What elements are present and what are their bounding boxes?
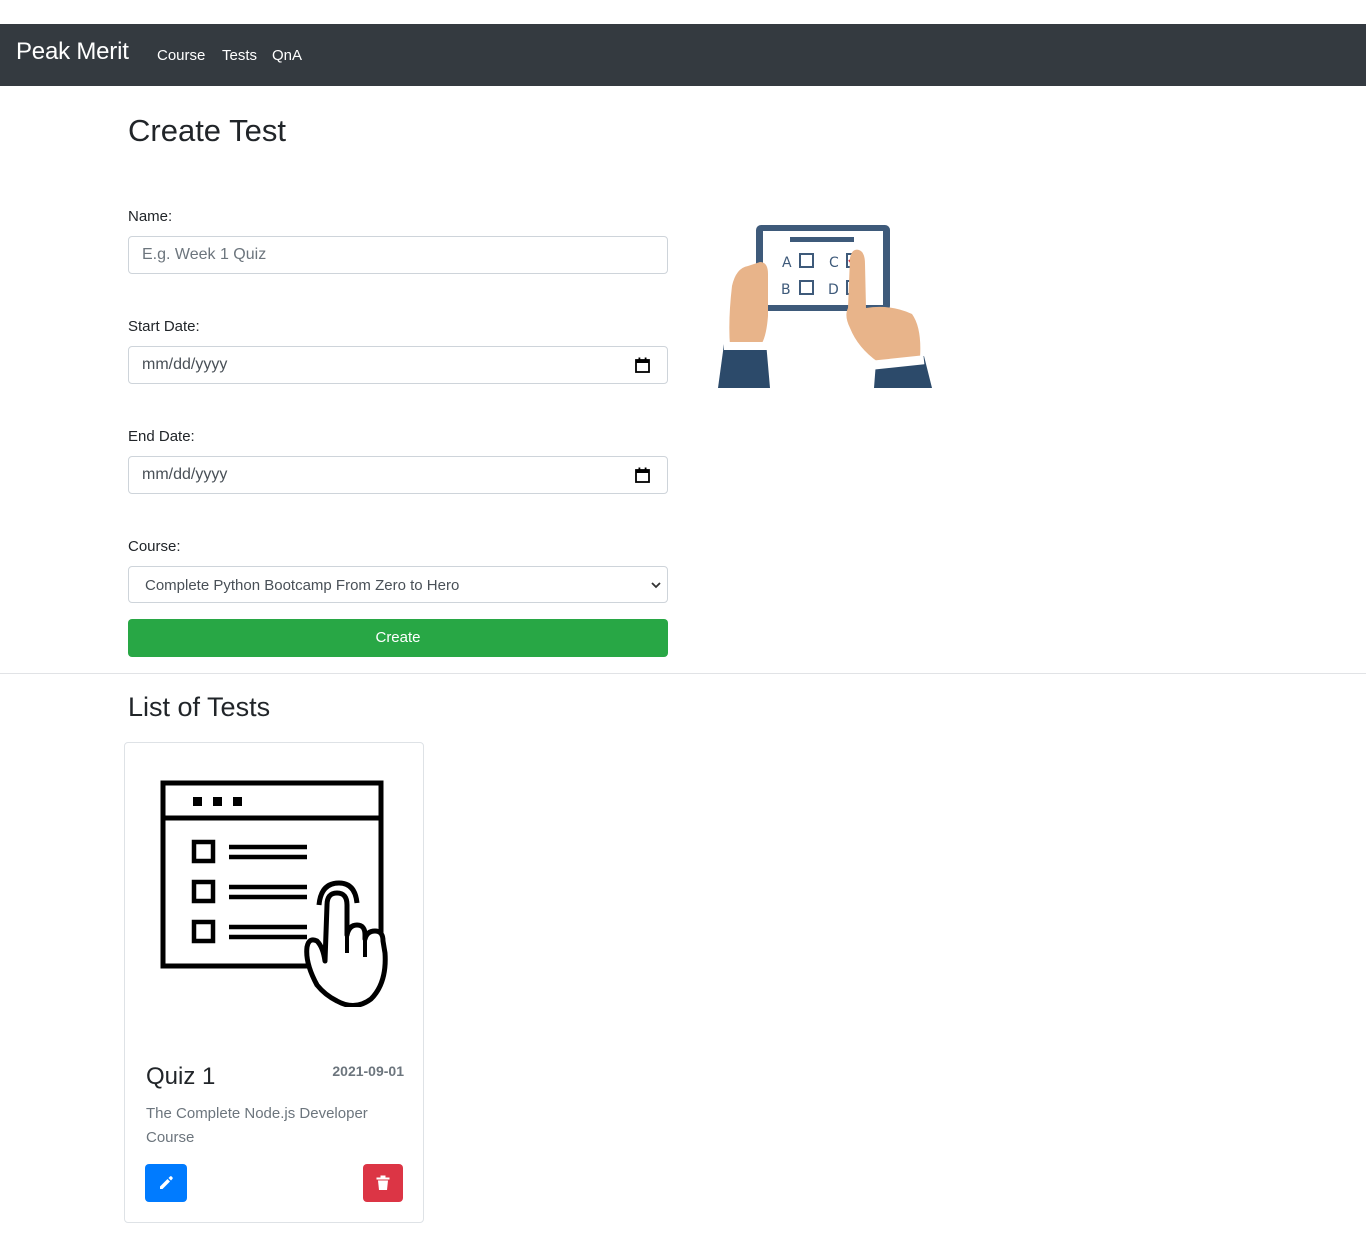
nav-link-qna[interactable]: QnA [272,47,302,64]
start-date-label: Start Date: [128,318,200,335]
trash-icon [376,1175,390,1190]
start-date-input[interactable]: mm/dd/yyyy [128,346,668,384]
option-c-text: C [829,255,839,271]
end-date-value: mm/dd/yyyy [142,466,228,483]
section-divider [0,673,1366,674]
course-select[interactable]: Complete Python Bootcamp From Zero to He… [128,566,668,603]
course-select-value: Complete Python Bootcamp From Zero to He… [145,577,460,594]
list-title: List of Tests [128,692,271,722]
test-date: 2021-09-01 [332,1063,404,1079]
start-date-value: mm/dd/yyyy [142,356,228,373]
name-input[interactable] [128,236,668,274]
option-b-text: B [781,282,791,298]
edit-button[interactable] [145,1164,187,1202]
option-a-text: A [782,255,792,271]
test-card: Quiz 1 2021-09-01 The Complete Node.js D… [124,742,424,1223]
end-date-input[interactable]: mm/dd/yyyy [128,456,668,494]
tablet-quiz-illustration: A C B D [718,225,932,388]
quiz-form-icon [160,780,388,1007]
navbar: Peak Merit Course Tests QnA [0,24,1366,86]
option-d-text: D [828,282,839,298]
calendar-icon[interactable] [635,467,650,483]
pencil-icon [160,1176,173,1189]
chevron-down-icon [651,582,661,589]
nav-link-tests[interactable]: Tests [222,47,257,64]
delete-button[interactable] [363,1164,403,1202]
calendar-icon[interactable] [635,357,650,373]
test-name: Quiz 1 [146,1063,216,1090]
create-button[interactable]: Create [128,619,668,657]
name-label: Name: [128,208,173,225]
end-date-label: End Date: [128,428,195,445]
course-label: Course: [128,538,181,555]
test-course: The Complete Node.js Developer Course [146,1105,368,1146]
nav-link-course[interactable]: Course [157,47,205,64]
brand-logo[interactable]: Peak Merit [16,38,129,66]
page-title: Create Test [128,113,286,148]
